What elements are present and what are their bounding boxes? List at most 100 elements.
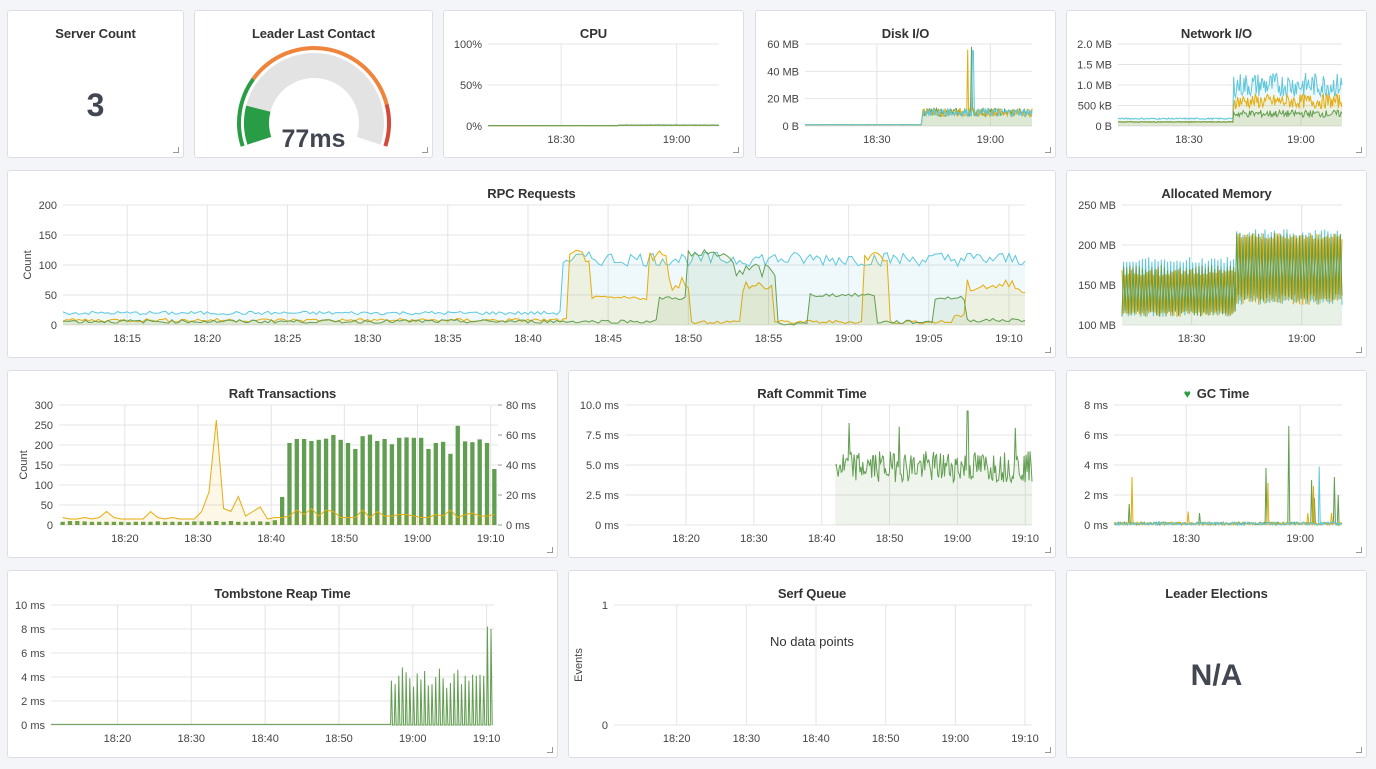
x-tick-label: 18:50 bbox=[325, 733, 353, 745]
x-tick-label: 19:10 bbox=[477, 533, 505, 545]
y-tick-label: 2 ms bbox=[21, 696, 45, 708]
panel-leader-last-contact[interactable]: Leader Last Contact 77ms bbox=[194, 10, 433, 158]
x-tick-label: 18:40 bbox=[802, 733, 830, 745]
disk-io-chart[interactable]: 0 B 20 MB 40 MB 60 MB 18:30 19:00 bbox=[756, 11, 1057, 159]
resize-handle[interactable] bbox=[1045, 147, 1051, 153]
x-tick-label: 19:05 bbox=[915, 333, 943, 345]
x-tick-label: 18:40 bbox=[808, 533, 836, 545]
y-tick-label: 200 MB bbox=[1078, 240, 1116, 252]
y-tick-label: 2.5 ms bbox=[586, 490, 620, 502]
y-tick-label: 0% bbox=[466, 121, 482, 133]
bar bbox=[426, 449, 431, 525]
raft-commit-time-chart[interactable]: 0 ms 2.5 ms 5.0 ms 7.5 ms 10.0 ms 18:20 18:30 1… bbox=[569, 371, 1057, 559]
resize-handle[interactable] bbox=[1045, 547, 1051, 553]
resize-handle[interactable] bbox=[1356, 347, 1362, 353]
x-tick-label: 18:30 bbox=[863, 134, 891, 146]
series-s3-area bbox=[805, 50, 1032, 126]
leader-last-contact-value: 77ms bbox=[281, 125, 346, 153]
resize-handle[interactable] bbox=[1045, 347, 1051, 353]
y-tick-label: 20 MB bbox=[767, 94, 799, 106]
y2-tick-label: 0 ms bbox=[506, 520, 530, 532]
series-s3-line bbox=[804, 50, 1033, 126]
x-tick-label: 19:10 bbox=[1011, 533, 1039, 545]
resize-handle[interactable] bbox=[1356, 547, 1362, 553]
series-commit-area bbox=[835, 411, 1032, 525]
panel-title[interactable]: Leader Elections bbox=[1067, 586, 1366, 601]
bar bbox=[287, 443, 292, 525]
panel-network-io[interactable]: Network I/O 0 B 500 kB 1.0 MB 1.5 MB 2.0 MB 1… bbox=[1066, 10, 1367, 158]
y2-tick-label: 40 ms bbox=[506, 460, 536, 472]
bar bbox=[477, 439, 482, 525]
panel-raft-transactions[interactable]: Raft Transactions 0 50 100 150 200 250 300 18:2… bbox=[7, 370, 558, 558]
resize-handle[interactable] bbox=[173, 147, 179, 153]
y-tick-label: 150 bbox=[39, 230, 57, 242]
panel-disk-io[interactable]: Disk I/O 0 B 20 MB 40 MB 60 MB 18:30 19:00 bbox=[755, 10, 1056, 158]
y-tick-label: 0 ms bbox=[21, 720, 45, 732]
y-tick-label: 250 MB bbox=[1078, 200, 1116, 212]
panel-title[interactable]: Server Count bbox=[8, 26, 183, 41]
tombstone-reap-time-chart[interactable]: 0 ms 2 ms 4 ms 6 ms 8 ms 10 ms 18:20 18:30 18:40… bbox=[8, 571, 559, 759]
x-tick-label: 18:30 bbox=[1175, 134, 1203, 146]
bar bbox=[440, 441, 446, 525]
panel-leader-elections[interactable]: Leader Elections N/A bbox=[1066, 570, 1367, 758]
panel-raft-commit-time[interactable]: Raft Commit Time 0 ms 2.5 ms 5.0 ms 7.5 ms 1… bbox=[568, 370, 1056, 558]
y-tick-label: 100% bbox=[454, 39, 482, 51]
x-tick-label: 19:00 bbox=[977, 134, 1005, 146]
y-tick-label: 100 MB bbox=[1078, 320, 1116, 332]
x-tick-label: 18:50 bbox=[331, 533, 359, 545]
resize-handle[interactable] bbox=[1356, 147, 1362, 153]
x-tick-label: 19:10 bbox=[473, 733, 501, 745]
y-tick-label: 250 bbox=[35, 420, 53, 432]
x-tick-label: 19:10 bbox=[1011, 733, 1039, 745]
x-tick-label: 18:40 bbox=[251, 733, 279, 745]
y-tick-label: 50% bbox=[460, 80, 482, 92]
series-s2-line bbox=[1113, 476, 1343, 527]
x-tick-label: 18:30 bbox=[1178, 333, 1206, 345]
resize-handle[interactable] bbox=[733, 147, 739, 153]
bar bbox=[419, 437, 424, 525]
serf-queue-chart[interactable]: 0 1 18:20 18:30 18:40 18:50 19:00 19:10 Events bbox=[569, 571, 1057, 759]
panel-allocated-memory[interactable]: Allocated Memory 100 MB 150 MB 200 MB 250 M… bbox=[1066, 170, 1367, 358]
x-tick-label: 18:25 bbox=[274, 333, 302, 345]
y-tick-label: 0 bbox=[602, 720, 608, 732]
network-io-chart[interactable]: 0 B 500 kB 1.0 MB 1.5 MB 2.0 MB 18:30 19:00 bbox=[1067, 11, 1368, 159]
allocated-memory-chart[interactable]: 100 MB 150 MB 200 MB 250 MB 18:30 19:00 bbox=[1067, 171, 1368, 359]
bar bbox=[389, 444, 395, 525]
x-tick-label: 18:20 bbox=[111, 533, 139, 545]
bar bbox=[433, 443, 438, 525]
resize-handle[interactable] bbox=[1356, 747, 1362, 753]
y-tick-label: 60 MB bbox=[767, 39, 799, 51]
x-tick-label: 19:00 bbox=[1288, 333, 1316, 345]
x-tick-label: 18:55 bbox=[755, 333, 783, 345]
raft-transactions-chart[interactable]: 0 50 100 150 200 250 300 18:20 18:30 18:40 18:50 19… bbox=[8, 371, 559, 559]
x-tick-label: 18:30 bbox=[740, 533, 768, 545]
panel-tombstone-reap-time[interactable]: Tombstone Reap Time 0 ms 2 ms 4 ms 6 ms 8 ms… bbox=[7, 570, 558, 758]
y-tick-label: 4 ms bbox=[1084, 460, 1108, 472]
x-tick-label: 19:00 bbox=[399, 733, 427, 745]
panel-serf-queue[interactable]: Serf Queue 0 1 18:20 18:30 18:40 18:50 19:00 19… bbox=[568, 570, 1056, 758]
resize-handle[interactable] bbox=[547, 747, 553, 753]
y-axis-label: Count bbox=[18, 450, 30, 479]
bar bbox=[353, 449, 358, 525]
bar bbox=[367, 434, 373, 525]
resize-handle[interactable] bbox=[547, 547, 553, 553]
leader-elections-value: N/A bbox=[1190, 659, 1243, 692]
panel-rpc-requests[interactable]: RPC Requests 0 50 100 150 200 18:15 18:20 18:25… bbox=[7, 170, 1056, 358]
x-tick-label: 19:00 bbox=[404, 533, 432, 545]
rpc-requests-chart[interactable]: 0 50 100 150 200 18:15 18:20 18:25 18:30 18:35 18:… bbox=[8, 171, 1057, 359]
y-tick-label: 5.0 ms bbox=[586, 460, 620, 472]
y-tick-label: 0 bbox=[47, 520, 53, 532]
resize-handle[interactable] bbox=[422, 147, 428, 153]
panel-cpu[interactable]: CPU 0% 50% 100% 18:30 19:00 bbox=[443, 10, 744, 158]
y-tick-label: 10 ms bbox=[15, 600, 45, 612]
x-tick-label: 18:40 bbox=[514, 333, 542, 345]
gc-time-chart[interactable]: 0 ms 2 ms 4 ms 6 ms 8 ms 18:30 19:00 bbox=[1067, 371, 1368, 559]
y-tick-label: 50 bbox=[41, 500, 53, 512]
panel-gc-time[interactable]: ♥ GC Time 0 ms 2 ms 4 ms 6 ms 8 ms 18:30 19:00 bbox=[1066, 370, 1367, 558]
y-tick-label: 150 MB bbox=[1078, 280, 1116, 292]
resize-handle[interactable] bbox=[1045, 747, 1051, 753]
cpu-chart[interactable]: 0% 50% 100% 18:30 19:00 bbox=[444, 11, 745, 159]
series-s1-line bbox=[1113, 425, 1343, 527]
panel-server-count[interactable]: Server Count 3 bbox=[7, 10, 184, 158]
x-tick-label: 19:00 bbox=[835, 333, 863, 345]
